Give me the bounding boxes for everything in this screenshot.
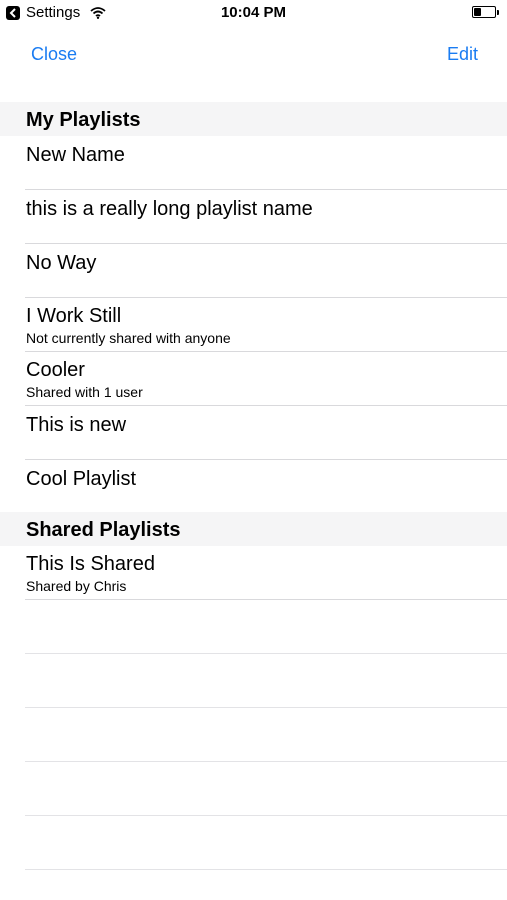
playlist-title: this is a really long playlist name	[26, 198, 313, 220]
section-header-my-playlists: My Playlists	[0, 102, 507, 136]
playlist-row[interactable]: This Is Shared Shared by Chris	[25, 546, 507, 600]
empty-row	[25, 654, 507, 708]
status-bar: Settings 10:04 PM	[0, 0, 507, 28]
status-time: 10:04 PM	[220, 4, 287, 21]
playlist-row[interactable]: Cool Playlist	[25, 460, 507, 514]
playlist-title: I Work Still	[26, 305, 122, 327]
playlist-row[interactable]: New Name	[25, 136, 507, 190]
my-playlists-list: New Name this is a really long playlist …	[0, 136, 507, 514]
close-button[interactable]: Close	[31, 42, 77, 66]
playlist-subtitle: Shared by Chris	[26, 578, 127, 594]
battery-level	[474, 8, 481, 16]
playlist-subtitle: Shared with 1 user	[26, 384, 143, 400]
empty-row	[25, 816, 507, 870]
playlist-row[interactable]: Cooler Shared with 1 user	[25, 352, 507, 406]
playlist-row[interactable]: No Way	[25, 244, 507, 298]
playlist-title: No Way	[26, 252, 97, 274]
section-title: My Playlists	[26, 109, 141, 131]
empty-row	[25, 600, 507, 654]
playlist-title: Cooler	[26, 359, 85, 381]
section-header-shared-playlists: Shared Playlists	[0, 512, 507, 546]
edit-button[interactable]: Edit	[447, 42, 478, 66]
empty-row	[25, 708, 507, 762]
playlist-row[interactable]: This is new	[25, 406, 507, 460]
playlist-row[interactable]: I Work Still Not currently shared with a…	[25, 298, 507, 352]
playlist-title: This Is Shared	[26, 553, 155, 575]
playlist-title: This is new	[26, 414, 127, 436]
playlist-subtitle: Not currently shared with anyone	[26, 330, 231, 346]
section-title: Shared Playlists	[26, 519, 181, 541]
playlist-title: New Name	[26, 144, 125, 166]
battery-icon	[472, 6, 499, 18]
empty-row	[25, 762, 507, 816]
shared-playlists-list: This Is Shared Shared by Chris	[0, 546, 507, 870]
playlist-row[interactable]: this is a really long playlist name	[25, 190, 507, 244]
playlist-title: Cool Playlist	[26, 468, 137, 490]
